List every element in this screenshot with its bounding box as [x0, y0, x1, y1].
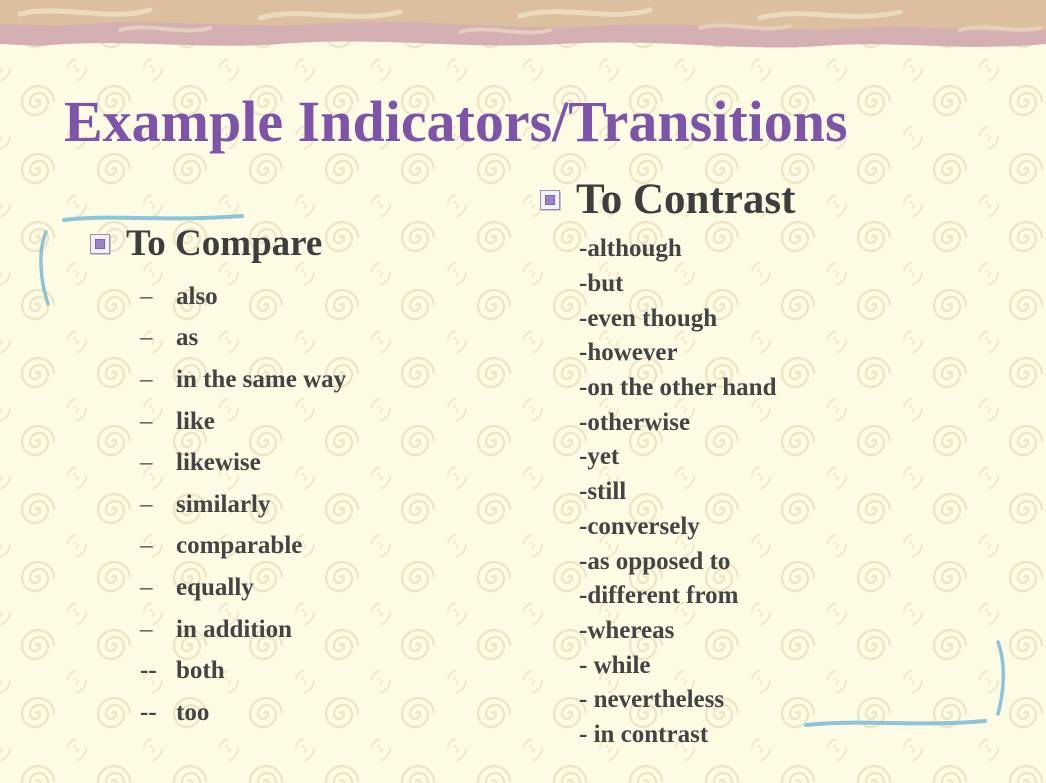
- list-item-text: equally: [176, 573, 254, 601]
- list-item: -but: [579, 270, 624, 298]
- list-item-text: likewise: [176, 449, 261, 477]
- compare-heading-text: To Compare: [126, 223, 323, 264]
- list-item: - while: [579, 651, 651, 679]
- list-item: -still: [579, 478, 627, 506]
- list-item: -on the other hand: [579, 374, 777, 402]
- list-item-text: also: [176, 282, 218, 310]
- list-item: -- both: [140, 650, 346, 692]
- compare-list: – also – as – in the same way – like – likewi…: [140, 276, 346, 734]
- list-item: -yet: [579, 443, 620, 471]
- list-item: -although: [579, 235, 682, 263]
- list-item: – equally: [140, 567, 346, 609]
- list-item-text: in the same way: [176, 365, 347, 393]
- list-item: -even though: [579, 304, 718, 332]
- square-bullet-icon: [540, 189, 560, 210]
- list-item: -conversely: [579, 512, 700, 540]
- list-item: – comparable: [140, 526, 346, 568]
- list-item: – similarly: [140, 484, 346, 526]
- list-marker: –: [140, 449, 153, 477]
- list-marker: --: [140, 698, 157, 726]
- list-item: -different from: [579, 582, 739, 610]
- list-marker: –: [140, 407, 153, 435]
- list-item: -as opposed to: [579, 547, 731, 575]
- list-item-text: similarly: [176, 490, 271, 518]
- list-item-text: comparable: [176, 532, 303, 560]
- list-marker: –: [140, 532, 153, 560]
- compare-heading: To Compare: [90, 222, 322, 265]
- list-item: – in the same way: [140, 359, 346, 401]
- list-marker: –: [140, 615, 153, 643]
- list-item: -whereas: [579, 616, 675, 644]
- list-marker: –: [140, 324, 153, 352]
- contrast-list: -although -but -even though -however -on…: [579, 232, 777, 752]
- contrast-heading-text: To Contrast: [576, 176, 796, 223]
- list-item: – as: [140, 318, 346, 360]
- square-bullet-icon: [90, 233, 110, 254]
- list-item: -however: [579, 339, 678, 367]
- list-marker: –: [140, 282, 153, 310]
- contrast-heading: To Contrast: [540, 175, 795, 224]
- list-item: - nevertheless: [579, 686, 725, 714]
- list-item-text: like: [176, 407, 215, 435]
- list-item-text: both: [176, 657, 225, 685]
- list-marker: –: [140, 490, 153, 518]
- list-marker: –: [140, 573, 153, 601]
- list-item: – like: [140, 401, 346, 443]
- slide-title: Example Indicators/Transitions: [64, 89, 848, 154]
- list-item: -otherwise: [579, 408, 691, 436]
- list-item: - in contrast: [579, 720, 709, 748]
- list-item-text: too: [176, 698, 210, 726]
- decorative-top-band: [0, 0, 1046, 48]
- list-item-text: in addition: [176, 615, 293, 643]
- list-marker: --: [140, 657, 157, 685]
- list-item: – also: [140, 276, 346, 318]
- slide: Example Indicators/Transitions To Compar…: [0, 0, 1046, 783]
- list-item: – likewise: [140, 442, 346, 484]
- list-item: – in addition: [140, 609, 346, 651]
- list-marker: –: [140, 365, 153, 393]
- list-item-text: as: [176, 324, 199, 352]
- list-item: -- too: [140, 692, 346, 734]
